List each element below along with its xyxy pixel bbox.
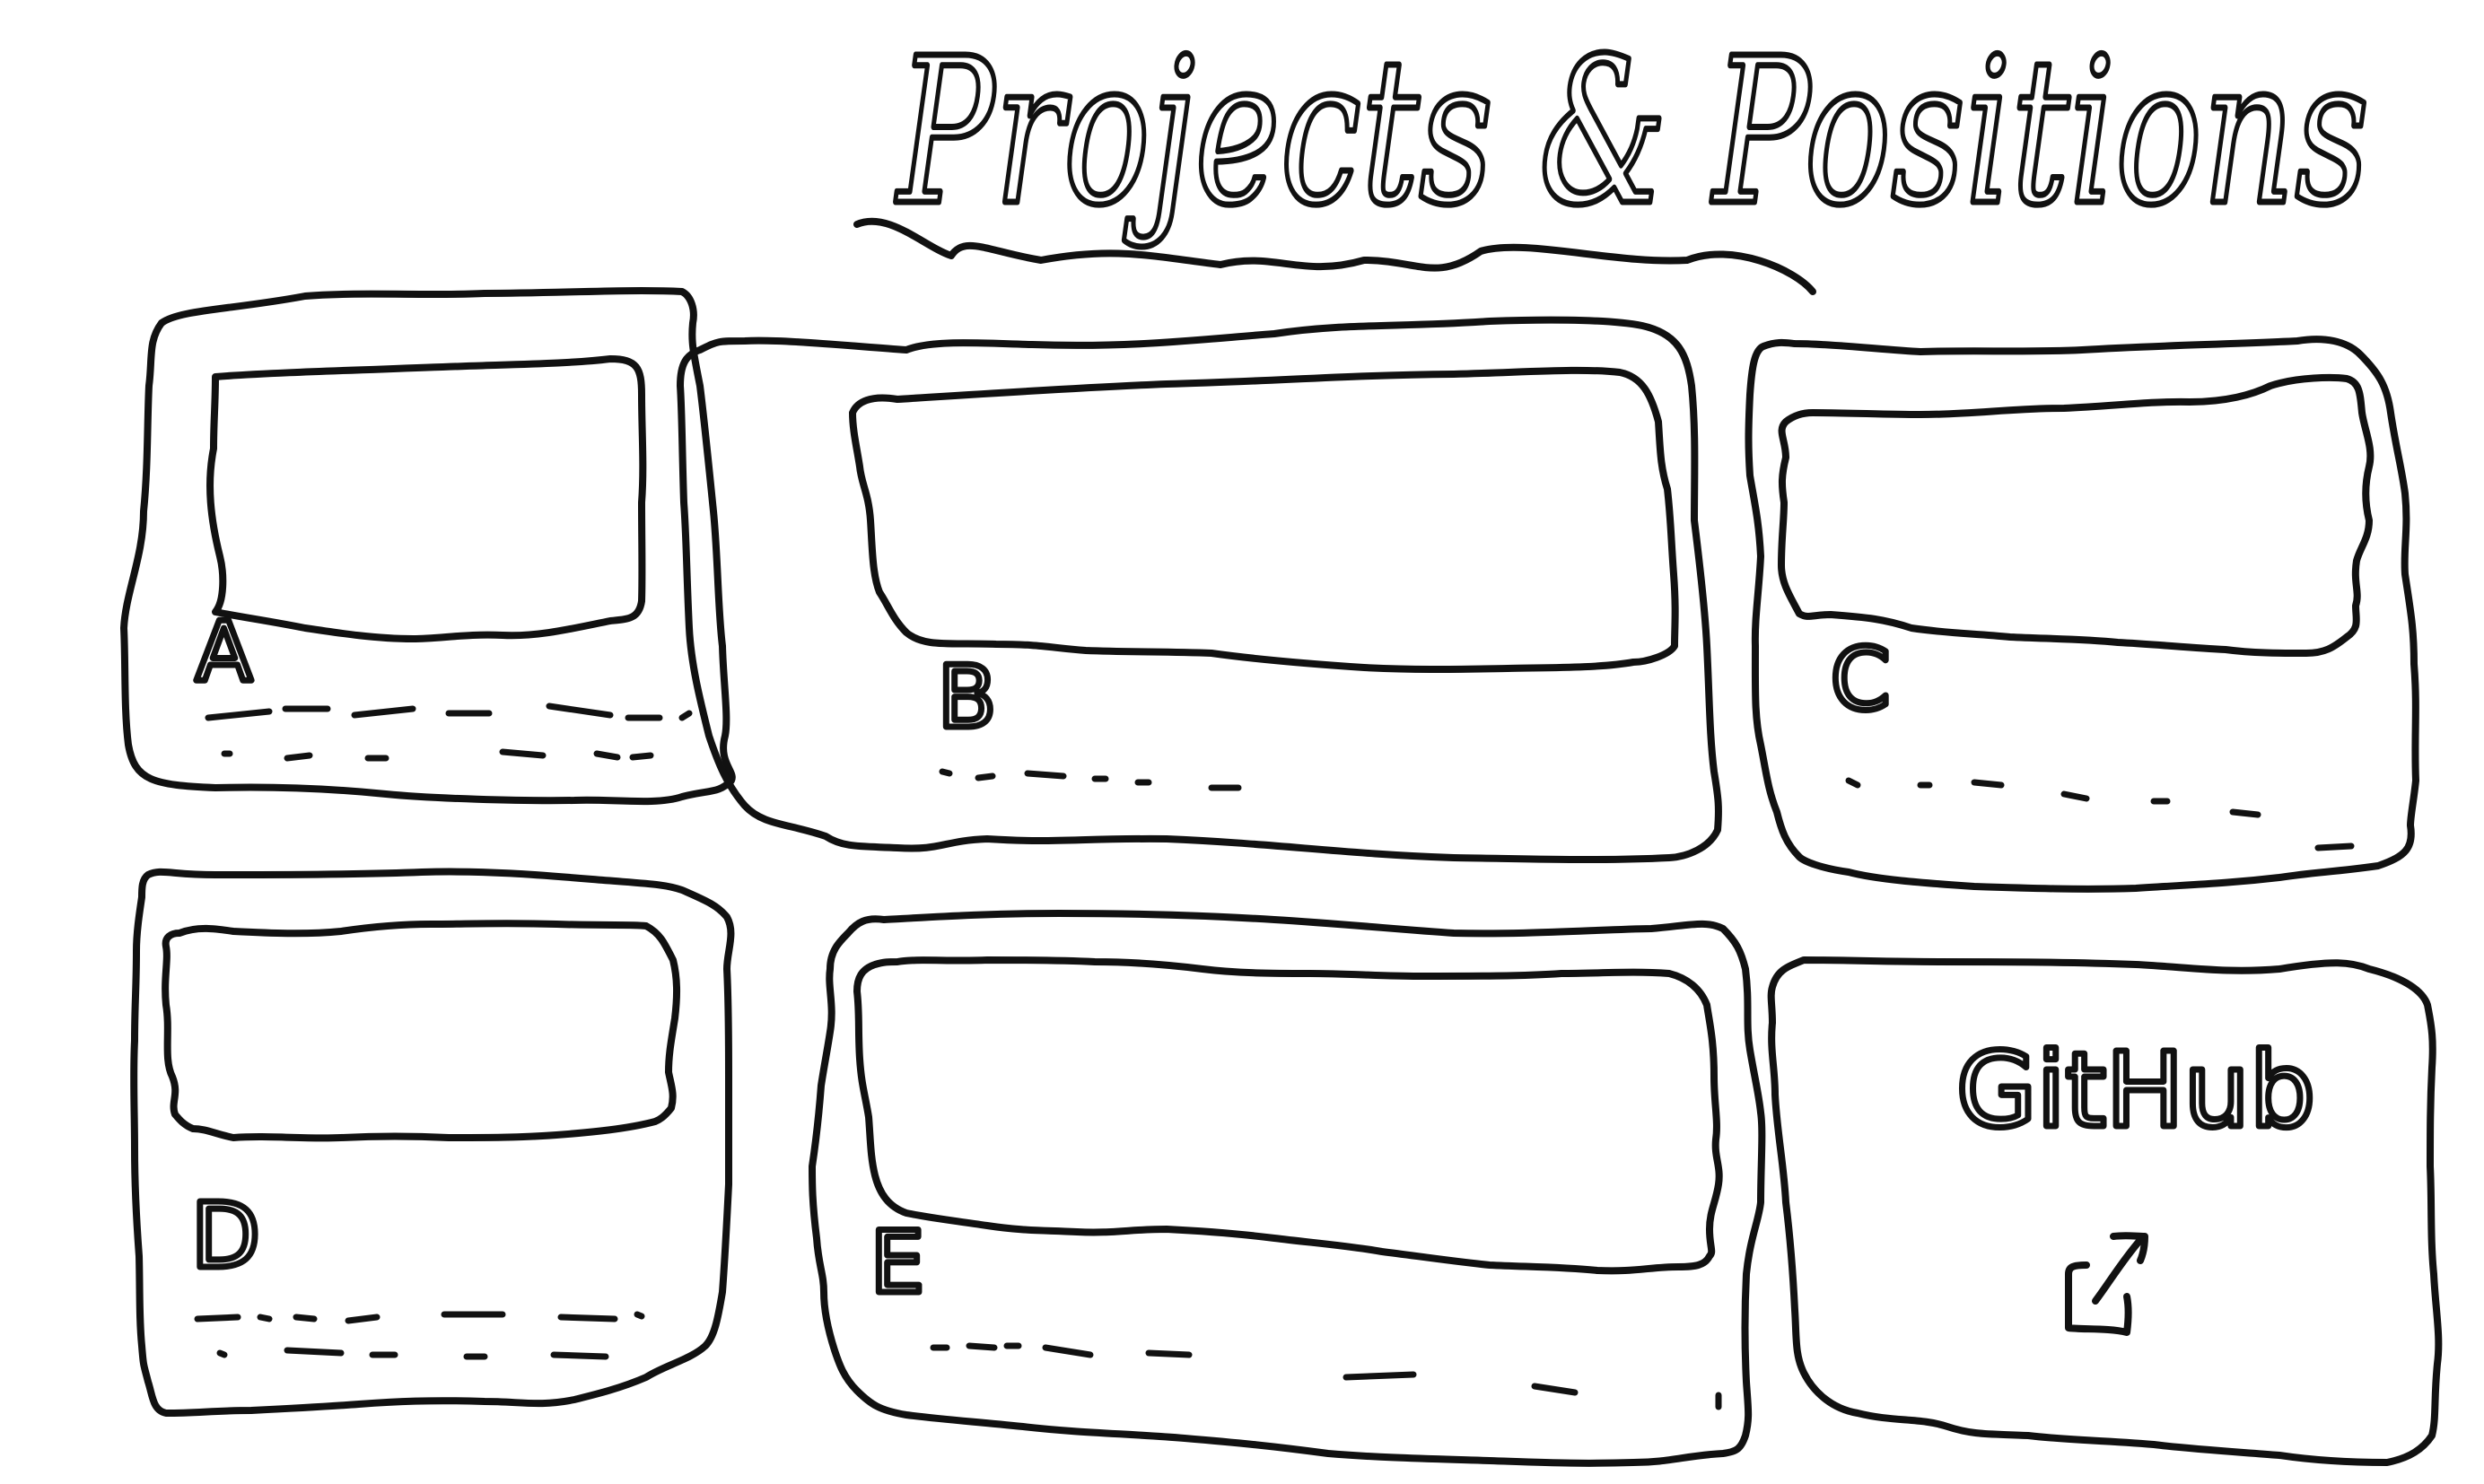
card-a-text-line <box>205 708 273 721</box>
card-a-text-line <box>499 748 547 759</box>
project-card-b[interactable]: B <box>677 316 1722 864</box>
card-d-text-line <box>345 1314 380 1324</box>
github-label: GitHub <box>1956 1031 2315 1151</box>
card-d-text-line <box>634 1311 645 1320</box>
card-e-text-line <box>1042 1344 1094 1358</box>
card-e-frame <box>809 910 1766 1467</box>
wireframe-sketch: Projects & Positions A B C D E GitHub <box>120 13 2443 1467</box>
card-d-text-line <box>293 1314 318 1323</box>
card-c-text-line <box>2314 842 2355 851</box>
card-c-text-line <box>1845 777 1861 789</box>
card-e-label: E <box>870 1214 924 1313</box>
github-card[interactable]: GitHub <box>1767 956 2443 1466</box>
external-link-icon[interactable] <box>2065 1232 2148 1336</box>
card-e-text-line <box>1531 1383 1579 1396</box>
card-d-text-line <box>257 1314 273 1323</box>
card-b-text-line <box>975 773 996 781</box>
card-e-text-line <box>1343 1371 1417 1381</box>
card-a-label: A <box>196 604 252 700</box>
card-c-text-line <box>2060 790 2090 802</box>
card-e-text-line <box>966 1342 998 1351</box>
card-a-text-line <box>546 703 614 719</box>
card-d-text-line <box>557 1314 618 1323</box>
card-b-image-placeholder <box>849 366 1679 673</box>
card-d-label: D <box>191 1183 260 1288</box>
card-a-image-placeholder <box>206 355 647 642</box>
card-e-image-placeholder <box>853 956 1723 1275</box>
card-a-text-line <box>678 710 693 721</box>
project-card-d[interactable]: D <box>130 868 735 1417</box>
page-title-group: Projects & Positions <box>853 13 2372 295</box>
card-a-text-line <box>284 752 313 762</box>
card-a-text-line <box>629 752 654 761</box>
card-d-text-line <box>284 1347 345 1357</box>
card-b-text-line <box>1024 770 1067 780</box>
card-d-text-line <box>216 1349 228 1358</box>
project-card-c[interactable]: C <box>1745 336 2419 893</box>
card-c-image-placeholder <box>1778 373 2375 657</box>
card-a-text-line <box>593 750 621 761</box>
card-d-text-line <box>194 1314 241 1323</box>
card-b-label: B <box>938 649 996 747</box>
card-b-frame <box>677 316 1722 864</box>
page-title: Projects & Positions <box>895 15 2369 250</box>
card-d-image-placeholder <box>162 920 681 1142</box>
card-e-text-line <box>1145 1349 1193 1358</box>
card-b-text-line <box>939 768 953 777</box>
card-c-label: C <box>1831 631 1890 729</box>
project-card-a[interactable]: A <box>120 287 736 806</box>
card-c-text-line <box>1971 779 2005 789</box>
project-card-e[interactable]: E <box>809 910 1766 1467</box>
card-d-frame <box>130 868 735 1417</box>
card-a-text-line <box>351 705 416 719</box>
card-d-text-line <box>550 1351 609 1360</box>
card-c-text-line <box>2229 808 2261 818</box>
